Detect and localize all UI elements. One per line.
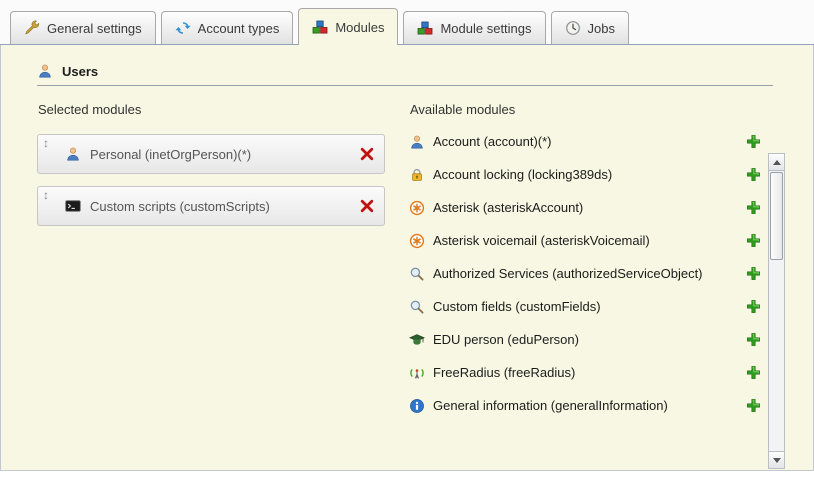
available-module-label: Authorized Services (authorizedServiceOb… bbox=[433, 266, 703, 281]
tab-jobs[interactable]: Jobs bbox=[551, 11, 629, 44]
antenna-icon bbox=[409, 365, 425, 381]
tab-label: Jobs bbox=[588, 21, 615, 36]
available-module-row: FreeRadius (freeRadius) bbox=[409, 356, 761, 389]
tab-bar: General settings Account types Modules M… bbox=[0, 0, 814, 45]
available-module-row: General information (generalInformation) bbox=[409, 389, 761, 422]
available-module-label: Asterisk (asteriskAccount) bbox=[433, 200, 583, 215]
tab-module-settings[interactable]: Module settings bbox=[403, 11, 545, 44]
available-modules-list: Account (account)(*) Account locking (lo… bbox=[409, 125, 761, 422]
selected-module-label: Custom scripts (customScripts) bbox=[90, 199, 270, 214]
person-icon bbox=[409, 134, 425, 150]
available-module-row: Asterisk voicemail (asteriskVoicemail) bbox=[409, 224, 761, 257]
section-title: Users bbox=[62, 64, 98, 79]
green-plus-icon[interactable] bbox=[746, 167, 761, 182]
selected-module-row[interactable]: ↕ Personal (inetOrgPerson)(*) bbox=[37, 134, 385, 174]
green-plus-icon[interactable] bbox=[746, 299, 761, 314]
available-module-row: Account locking (locking389ds) bbox=[409, 158, 761, 191]
available-module-row: EDU person (eduPerson) bbox=[409, 323, 761, 356]
scroll-down-button[interactable] bbox=[769, 451, 784, 468]
green-plus-icon[interactable] bbox=[746, 266, 761, 281]
graduation-cap-icon bbox=[409, 332, 425, 348]
info-icon bbox=[409, 398, 425, 414]
selected-module-row[interactable]: ↕ Custom scripts (customScripts) bbox=[37, 186, 385, 226]
scrollbar-thumb[interactable] bbox=[770, 172, 783, 260]
asterisk-icon bbox=[409, 233, 425, 249]
available-module-label: Account locking (locking389ds) bbox=[433, 167, 612, 182]
asterisk-icon bbox=[409, 200, 425, 216]
tab-label: Modules bbox=[335, 20, 384, 35]
available-module-label: General information (generalInformation) bbox=[433, 398, 668, 413]
available-module-row: Asterisk (asteriskAccount) bbox=[409, 191, 761, 224]
blocks-icon bbox=[417, 20, 433, 36]
person-icon bbox=[65, 146, 81, 162]
tab-label: Account types bbox=[198, 21, 280, 36]
green-plus-icon[interactable] bbox=[746, 332, 761, 347]
clock-icon bbox=[565, 20, 581, 36]
selected-modules-list: ↕ Personal (inetOrgPerson)(*) ↕ Custom s… bbox=[37, 134, 385, 226]
available-modules-scrollbar[interactable] bbox=[768, 153, 785, 469]
available-module-row: Authorized Services (authorizedServiceOb… bbox=[409, 257, 761, 290]
user-icon bbox=[37, 63, 53, 79]
available-module-label: EDU person (eduPerson) bbox=[433, 332, 579, 347]
magnifier-icon bbox=[409, 299, 425, 315]
terminal-icon bbox=[65, 198, 81, 214]
scroll-up-button[interactable] bbox=[769, 154, 784, 171]
red-x-icon[interactable] bbox=[359, 146, 375, 162]
tab-label: Module settings bbox=[440, 21, 531, 36]
available-module-label: Asterisk voicemail (asteriskVoicemail) bbox=[433, 233, 650, 248]
available-module-row: Custom fields (customFields) bbox=[409, 290, 761, 323]
red-x-icon[interactable] bbox=[359, 198, 375, 214]
green-plus-icon[interactable] bbox=[746, 365, 761, 380]
selected-modules-heading: Selected modules bbox=[38, 102, 385, 117]
green-plus-icon[interactable] bbox=[746, 200, 761, 215]
available-modules-heading: Available modules bbox=[410, 102, 761, 117]
wrench-icon bbox=[24, 20, 40, 36]
arrow-up-icon bbox=[773, 160, 781, 165]
arrow-down-icon bbox=[773, 458, 781, 463]
section-heading-users: Users bbox=[37, 45, 813, 79]
tab-label: General settings bbox=[47, 21, 142, 36]
tab-account-types[interactable]: Account types bbox=[161, 11, 294, 44]
available-module-row: Account (account)(*) bbox=[409, 125, 761, 158]
section-divider bbox=[37, 85, 773, 86]
available-module-label: Custom fields (customFields) bbox=[433, 299, 601, 314]
blocks-icon bbox=[312, 19, 328, 35]
selected-module-label: Personal (inetOrgPerson)(*) bbox=[90, 147, 251, 162]
green-plus-icon[interactable] bbox=[746, 398, 761, 413]
tab-general-settings[interactable]: General settings bbox=[10, 11, 156, 44]
drag-handle-icon[interactable]: ↕ bbox=[43, 137, 49, 150]
available-module-label: Account (account)(*) bbox=[433, 134, 552, 149]
magnifier-icon bbox=[409, 266, 425, 282]
padlock-icon bbox=[409, 167, 425, 183]
green-plus-icon[interactable] bbox=[746, 134, 761, 149]
modules-panel: Users Selected modules ↕ Personal (inetO… bbox=[0, 45, 814, 471]
tab-modules[interactable]: Modules bbox=[298, 8, 398, 45]
green-plus-icon[interactable] bbox=[746, 233, 761, 248]
drag-handle-icon[interactable]: ↕ bbox=[43, 189, 49, 202]
available-module-label: FreeRadius (freeRadius) bbox=[433, 365, 575, 380]
sync-arrows-icon bbox=[175, 20, 191, 36]
